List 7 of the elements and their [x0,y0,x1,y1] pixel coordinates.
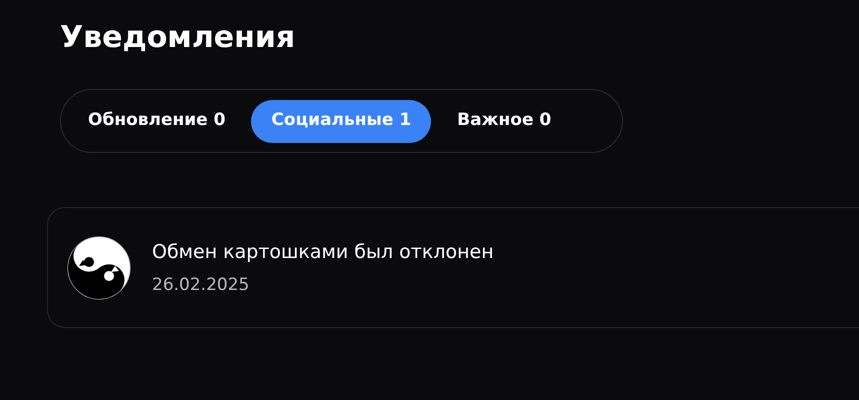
page-title: Уведомления [60,19,296,57]
tab[interactable]: Обновление 0 [72,100,242,142]
tab[interactable]: Важное 0 [441,100,568,142]
notification-date: 26.02.2025 [152,274,250,296]
notification-text: Обмен картошками был отклонен [152,240,494,264]
notification-card[interactable]: Обмен картошками был отклонен 26.02.2025 [47,207,859,328]
tab[interactable]: Социальные 1 [251,100,432,142]
